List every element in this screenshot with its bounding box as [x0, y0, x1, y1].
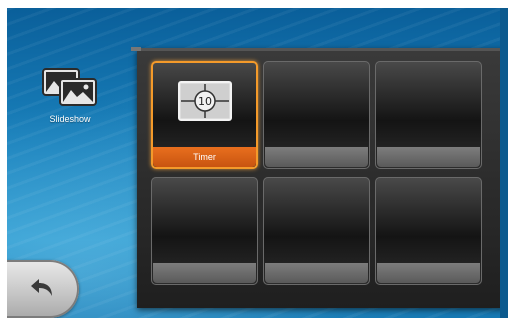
slot-label	[153, 263, 256, 283]
grid-slot-4[interactable]	[151, 177, 258, 285]
grid-slot-2[interactable]	[263, 61, 370, 169]
timer-value: 10	[198, 95, 212, 108]
timer-icon: 10	[178, 81, 232, 121]
slideshow-label: Slideshow	[49, 114, 91, 124]
back-arrow-icon	[31, 279, 52, 296]
slideshow-mode[interactable]: Slideshow	[37, 66, 103, 124]
back-button[interactable]	[7, 260, 79, 318]
slot-label: Timer	[153, 147, 256, 167]
grid-slot-3[interactable]	[375, 61, 482, 169]
grid-slot-6[interactable]	[375, 177, 482, 285]
grid-slot-timer[interactable]: 10 Timer	[151, 61, 258, 169]
photos-icon	[42, 68, 97, 106]
slot-label	[265, 263, 368, 283]
feature-grid: 10 Timer	[131, 47, 508, 308]
slot-label	[265, 147, 368, 167]
screen: Slideshow 10 Timer	[7, 8, 508, 318]
grid-slot-5[interactable]	[263, 177, 370, 285]
slot-label	[377, 263, 480, 283]
slot-label	[377, 147, 480, 167]
